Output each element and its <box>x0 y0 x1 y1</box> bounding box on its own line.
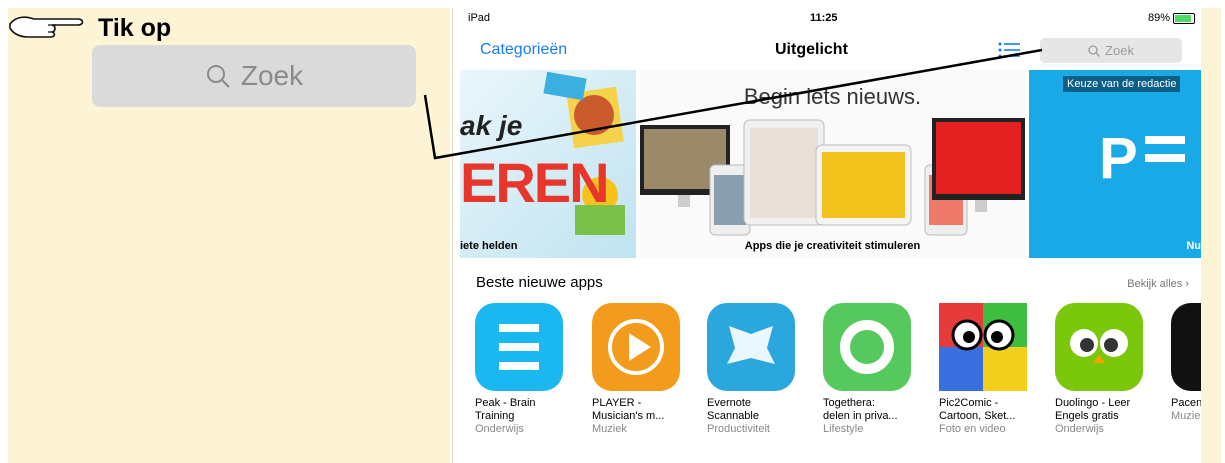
categories-link[interactable]: Categorieën <box>480 41 567 59</box>
app-item[interactable]: Pic2Comic - Cartoon, Sket... Foto en vide… <box>939 303 1039 436</box>
banner-creativity[interactable]: Begin iets nieuws. Apps die je creativit… <box>640 70 1025 258</box>
devices-artwork <box>640 118 1025 236</box>
battery-icon <box>1173 12 1195 24</box>
page-title: Uitgelicht <box>775 41 848 58</box>
app-category: Muziek <box>592 423 627 435</box>
app-category: Onderwijs <box>1055 423 1104 435</box>
app-category: Foto en video <box>939 423 1006 435</box>
search-icon <box>1088 44 1101 57</box>
search-placeholder: Zoek <box>1105 43 1134 58</box>
app-item[interactable]: Evernote Scannable Productiviteit <box>707 303 807 436</box>
app-category: Productiviteit <box>707 423 770 435</box>
zoomed-search-field: Zoek <box>92 45 416 107</box>
see-all-label: Bekijk alles <box>1127 278 1183 290</box>
banner-kids-text: ak je <box>460 110 523 141</box>
app-item[interactable]: Duolingo - Leer Engels gratis Onderwijs <box>1055 303 1155 436</box>
zoomed-search-placeholder: Zoek <box>240 60 304 91</box>
section-title: Beste nieuwe apps <box>476 274 603 291</box>
app-name: Peak - Brain Training <box>475 397 536 422</box>
app-category: Onderwijs <box>475 423 524 435</box>
status-bar: iPad 11:25 89% <box>460 8 1201 30</box>
app-category: Muzie <box>1171 410 1201 422</box>
app-item[interactable]: Togethera: delen in priva... Lifestyle <box>823 303 923 436</box>
app-category: Lifestyle <box>823 423 864 435</box>
nav-bar: Categorieën Uitgelicht Zoek <box>460 30 1201 70</box>
banner-kids-word: EREN <box>460 151 610 214</box>
instruction-label: Tik op <box>98 14 172 42</box>
banner-kids[interactable]: ak je EREN iete helden <box>460 70 636 258</box>
banner-editors-caption: Nu <box>1186 240 1201 252</box>
evernote-icon <box>707 303 795 391</box>
app-list: Peak - Brain Training Onderwijs PLAYER -M… <box>475 303 1201 453</box>
battery-fill <box>1175 14 1191 22</box>
peak-icon <box>475 303 563 391</box>
see-all-link[interactable]: Bekijk alles › <box>1127 278 1189 290</box>
app-name: Pacen <box>1171 397 1201 409</box>
pic2comic-icon <box>939 303 1027 391</box>
togethera-icon <box>823 303 911 391</box>
list-icon[interactable] <box>998 42 1020 58</box>
app-name: Pic2Comic - Cartoon, Sket... <box>939 397 1016 422</box>
app-name: PLAYER - Musician's m... <box>592 397 665 422</box>
chevron-right-icon: › <box>1185 278 1189 290</box>
pacer-artwork <box>1145 136 1185 162</box>
right-margin <box>1201 8 1221 463</box>
clock: 11:25 <box>810 12 838 24</box>
player-icon <box>592 303 680 391</box>
battery-percent: 89% <box>1147 12 1170 24</box>
panel-divider <box>452 8 453 463</box>
app-item[interactable]: Pacen Muzie <box>1171 303 1201 423</box>
banner-editors-choice[interactable]: Keuze van de redactie P Nu <box>1029 70 1201 258</box>
search-icon <box>206 65 230 88</box>
duolingo-icon <box>1055 303 1143 391</box>
search-field[interactable]: Zoek <box>1040 38 1182 63</box>
ipad-screen: iPad 11:25 89% Categorieën Uitgelicht Zo… <box>460 8 1201 463</box>
app-item[interactable]: Peak - Brain Training Onderwijs <box>475 303 575 436</box>
app-name: Togethera: delen in priva... <box>823 397 898 422</box>
banner-creativity-caption: Apps die je creativiteit stimuleren <box>744 240 921 252</box>
app-item[interactable]: PLAYER - Musician's m... Muziek <box>592 303 692 436</box>
pointing-hand-icon <box>9 16 84 38</box>
banner-kids-caption: iete helden <box>460 240 518 252</box>
device-label: iPad <box>468 12 491 24</box>
app-name: Duolingo - Leer Engels gratis <box>1055 397 1131 422</box>
app-name: Evernote Scannable <box>707 397 759 422</box>
pacer-icon <box>1171 303 1201 391</box>
